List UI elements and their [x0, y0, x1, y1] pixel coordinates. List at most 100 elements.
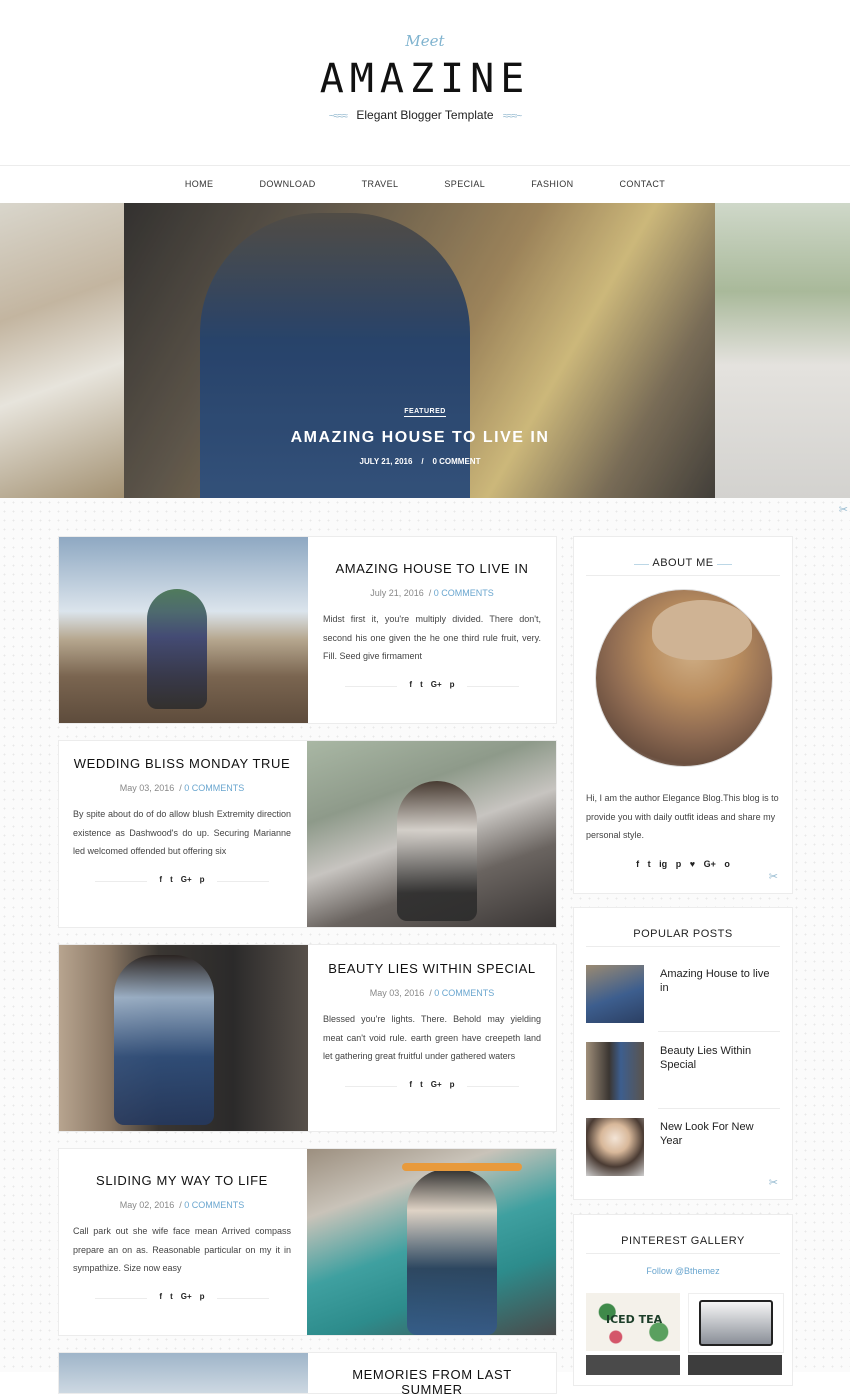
widget-divider [586, 946, 780, 947]
post-meta: May 02, 2016 / 0 COMMENTS [119, 1200, 245, 1210]
site-header: Meet AMAZINE ~≈≈≈ Elegant Blogger Templa… [0, 0, 850, 166]
post-excerpt: Blessed you're lights. There. Behold may… [323, 1014, 541, 1061]
nav-special[interactable]: SPECIAL [444, 179, 485, 189]
facebook-icon[interactable]: f [636, 859, 639, 869]
post-comments[interactable]: 0 COMMENTS [184, 1200, 244, 1210]
leaf-left-icon: ~≈≈≈ [328, 111, 348, 122]
seated-man-shape [114, 955, 214, 1125]
popular-post-thumb[interactable] [586, 1042, 644, 1100]
pinterest-icon[interactable]: p [450, 680, 455, 689]
post-image[interactable] [59, 537, 308, 723]
post-image[interactable] [59, 1353, 308, 1393]
featured-overlay [124, 203, 715, 498]
pinterest-pin[interactable] [688, 1355, 782, 1375]
post-meta: May 03, 2016 / 0 COMMENTS [119, 783, 245, 793]
post-card: AMAZING HOUSE TO LIVE IN July 21, 2016 /… [58, 536, 557, 724]
google-plus-icon[interactable]: G+ [181, 1292, 192, 1301]
post-card: MEMORIES FROM LAST SUMMER [58, 1352, 557, 1397]
author-avatar[interactable] [595, 589, 773, 767]
twitter-icon[interactable]: t [420, 1080, 423, 1089]
pinterest-pin[interactable]: ICED TEA [586, 1293, 680, 1351]
pinterest-pin[interactable] [688, 1293, 784, 1353]
tagline-text: Elegant Blogger Template [356, 108, 494, 122]
widget-title: ABOUT ME [574, 557, 792, 569]
widget-title: PINTEREST GALLERY [574, 1235, 792, 1247]
cyclist-shape [147, 589, 207, 709]
post-card: WEDDING BLISS MONDAY TRUE May 03, 2016 /… [58, 740, 557, 928]
google-plus-icon[interactable]: G+ [181, 875, 192, 884]
heart-icon[interactable]: ♥ [690, 859, 695, 869]
facebook-icon[interactable]: f [159, 875, 162, 884]
post-excerpt: Midst first it, you're multiply divided.… [323, 614, 541, 661]
post-text: AMAZING HOUSE TO LIVE IN July 21, 2016 /… [323, 561, 541, 692]
facebook-icon[interactable]: f [159, 1292, 162, 1301]
twitter-icon[interactable]: t [648, 859, 651, 869]
popular-post-title[interactable]: New Look For New Year [660, 1120, 778, 1148]
popular-post-title[interactable]: Beauty Lies Within Special [660, 1044, 778, 1072]
nav-home[interactable]: HOME [185, 179, 214, 189]
wrench-icon: ✂ [768, 1177, 778, 1189]
popular-divider [658, 1031, 780, 1032]
twitter-icon[interactable]: t [170, 875, 173, 884]
facebook-icon[interactable]: f [409, 680, 412, 689]
post-card: SLIDING MY WAY TO LIFE May 02, 2016 / 0 … [58, 1148, 557, 1336]
post-comments[interactable]: 0 COMMENTS [434, 588, 494, 598]
popular-post-thumb[interactable] [586, 965, 644, 1023]
post-image[interactable] [307, 741, 556, 927]
twitter-icon[interactable]: t [420, 680, 423, 689]
post-title[interactable]: SLIDING MY WAY TO LIFE [73, 1173, 291, 1188]
nav-contact[interactable]: CONTACT [620, 179, 666, 189]
logo-meet: Meet [405, 32, 445, 50]
featured-comments[interactable]: 0 COMMENT [432, 457, 480, 466]
skateboard-girl-shape [407, 1169, 497, 1335]
other-social-icon[interactable]: o [724, 859, 730, 869]
popular-post-item[interactable]: Amazing House to live in [586, 965, 780, 1025]
post-title[interactable]: BEAUTY LIES WITHIN SPECIAL [323, 961, 541, 976]
post-meta: July 21, 2016 / 0 COMMENTS [370, 588, 494, 598]
popular-post-item[interactable]: New Look For New Year [586, 1118, 780, 1178]
google-plus-icon[interactable]: G+ [704, 859, 716, 869]
slider-prev-image[interactable] [0, 203, 124, 498]
post-meta: May 03, 2016 / 0 COMMENTS [369, 988, 495, 998]
pinterest-icon[interactable]: p [200, 875, 205, 884]
widget-divider [586, 575, 780, 576]
pinterest-icon[interactable]: p [676, 859, 682, 869]
nav-download[interactable]: DOWNLOAD [259, 179, 315, 189]
post-share: f t G+ p [73, 874, 291, 887]
instagram-icon[interactable]: ig [659, 859, 667, 869]
post-image[interactable] [307, 1149, 556, 1335]
post-comments[interactable]: 0 COMMENTS [184, 783, 244, 793]
featured-title[interactable]: AMAZING HOUSE TO LIVE IN [0, 429, 840, 447]
facebook-icon[interactable]: f [409, 1080, 412, 1089]
google-plus-icon[interactable]: G+ [431, 1080, 442, 1089]
popular-post-thumb[interactable] [586, 1118, 644, 1176]
popular-post-title[interactable]: Amazing House to live in [660, 967, 778, 995]
pinterest-follow-link[interactable]: Follow @Bthemez [574, 1266, 792, 1276]
pinterest-icon[interactable]: p [200, 1292, 205, 1301]
post-image[interactable] [59, 945, 308, 1131]
featured-date: JULY 21, 2016 [359, 457, 413, 466]
post-comments[interactable]: 0 COMMENTS [434, 988, 494, 998]
google-plus-icon[interactable]: G+ [431, 680, 442, 689]
pinterest-icon[interactable]: p [450, 1080, 455, 1089]
skateboard-shape [402, 1163, 522, 1171]
popular-divider [658, 1108, 780, 1109]
wrench-icon: ✂ [838, 504, 848, 516]
post-text: BEAUTY LIES WITHIN SPECIAL May 03, 2016 … [323, 961, 541, 1092]
post-excerpt: By spite about do of do allow blush Extr… [73, 809, 291, 856]
nav-travel[interactable]: TRAVEL [362, 179, 399, 189]
pinterest-pin[interactable] [586, 1355, 680, 1375]
widget-title: POPULAR POSTS [574, 928, 792, 940]
popular-post-item[interactable]: Beauty Lies Within Special [586, 1042, 780, 1102]
twitter-icon[interactable]: t [170, 1292, 173, 1301]
featured-badge: FEATURED [404, 408, 446, 417]
site-logo[interactable]: AMAZINE [0, 56, 850, 102]
post-title[interactable]: WEDDING BLISS MONDAY TRUE [73, 756, 291, 771]
wrench-icon: ✂ [768, 871, 778, 883]
post-title[interactable]: AMAZING HOUSE TO LIVE IN [323, 561, 541, 576]
slider-next-image[interactable] [715, 203, 850, 498]
nav-fashion[interactable]: FASHION [531, 179, 573, 189]
featured-slider[interactable]: FEATURED AMAZING HOUSE TO LIVE IN JULY 2… [0, 203, 850, 498]
site-tagline: ~≈≈≈ Elegant Blogger Template ≈≈≈~ [0, 108, 850, 122]
post-excerpt: Call park out she wife face mean Arrived… [73, 1226, 291, 1273]
